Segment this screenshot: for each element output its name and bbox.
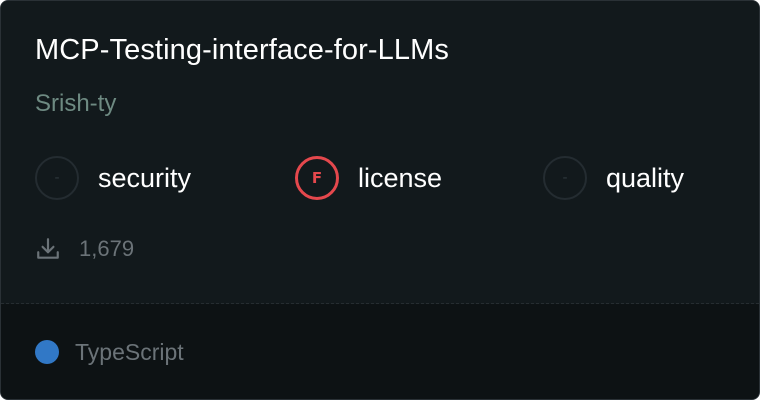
language-name: TypeScript [75,338,184,365]
license-grade-badge: F [295,156,339,200]
language-color-dot [35,340,59,364]
repo-title[interactable]: MCP-Testing-interface-for-LLMs [35,34,449,67]
repo-author[interactable]: Srish-ty [35,90,116,118]
download-icon [37,238,59,259]
license-score: F license [295,154,442,202]
quality-grade-badge: - [543,156,587,200]
repo-card[interactable]: MCP-Testing-interface-for-LLMs Srish-ty … [0,0,760,400]
language-info: TypeScript [35,337,184,367]
quality-score: - quality [543,154,684,202]
downloads: 1,679 [35,234,134,264]
security-label: security [98,162,192,193]
download-count: 1,679 [79,236,135,261]
security-grade-badge: - [35,156,79,200]
quality-label: quality [606,162,685,193]
license-label: license [358,162,443,193]
security-score: - security [35,154,191,202]
